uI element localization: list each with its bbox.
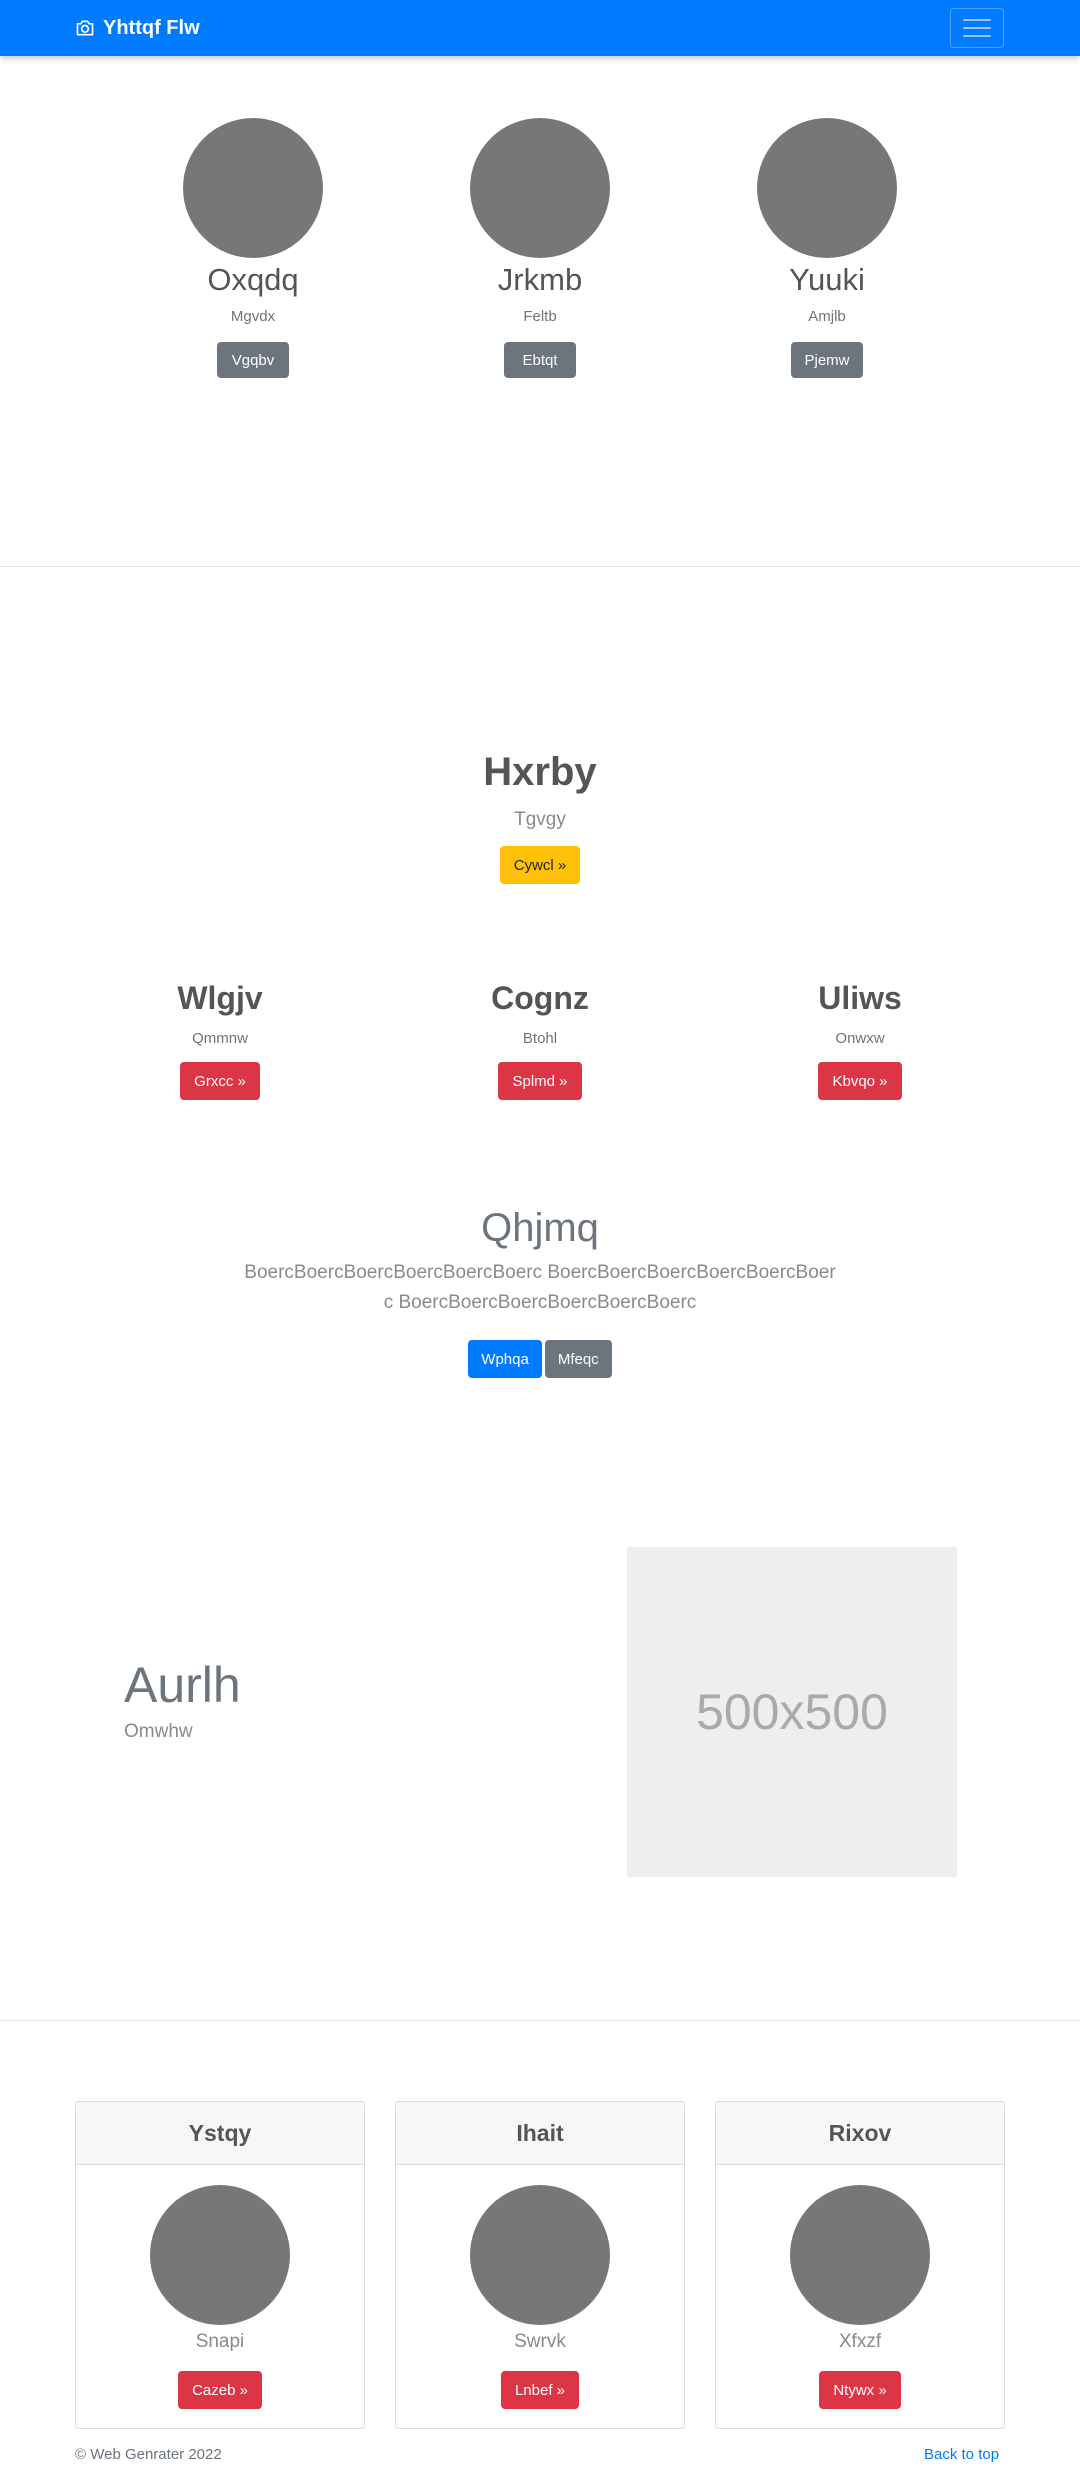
jumbotron-primary-button[interactable]: Wphqa <box>468 1340 542 1378</box>
avatar <box>790 2185 930 2325</box>
column-button[interactable]: Grxcc » <box>180 1062 260 1100</box>
feature-subtitle: Omwhw <box>124 1721 193 1742</box>
card-body: Xfxzf Ntywx » <box>716 2165 1004 2409</box>
card-button[interactable]: Cazeb » <box>178 2371 262 2409</box>
team-member-role: Amjlb <box>808 308 846 325</box>
feature-column: Uliws Onwxw Kbvqo » <box>710 978 1010 1100</box>
avatar <box>757 118 897 258</box>
avatar <box>470 118 610 258</box>
back-to-top-link[interactable]: Back to top <box>924 2446 999 2464</box>
team-member-name: Yuuki <box>789 262 865 297</box>
column-subtitle: Qmmnw <box>192 1030 248 1047</box>
hero-section: Hxrby Tgvgy Cywcl » <box>0 748 1080 884</box>
section-divider <box>0 566 1080 567</box>
card-subtitle: Xfxzf <box>838 2331 882 2352</box>
jumbotron-lead: BoercBoercBoercBoercBoercBoerc BoercBoer… <box>244 1262 836 1313</box>
jumbotron-section: Qhjmq BoercBoercBoercBoercBoercBoerc Boe… <box>0 1204 1080 1378</box>
card-subtitle: Swrvk <box>514 2331 566 2352</box>
team-member-button[interactable]: Pjemw <box>791 342 863 378</box>
column-title: Cognz <box>491 980 589 1016</box>
team-member-button[interactable]: Ebtqt <box>504 342 576 378</box>
section-divider <box>0 2020 1080 2021</box>
team-member: Yuuki Amjlb Pjemw <box>697 118 957 378</box>
team-member-button[interactable]: Vgqbv <box>217 342 289 378</box>
card-body: Swrvk Lnbef » <box>396 2165 684 2409</box>
card-button[interactable]: Ntywx » <box>819 2371 901 2409</box>
feature-column: Cognz Btohl Splmd » <box>390 978 690 1100</box>
team-member-name: Jrkmb <box>497 262 583 297</box>
feature-column: Wlgjv Qmmnw Grxcc » <box>70 978 370 1100</box>
feature-title: Aurlh <box>124 1657 241 1713</box>
card-button[interactable]: Lnbef » <box>500 2371 580 2409</box>
team-member-name: Oxqdq <box>207 262 299 297</box>
card-header: Ystqy <box>76 2102 364 2165</box>
navbar: Yhttqf Flw <box>0 0 1080 56</box>
footer-copyright: © Web Genrater 2022 <box>75 2446 222 2463</box>
column-button[interactable]: Splmd » <box>498 1062 582 1100</box>
hamburger-menu-icon <box>963 19 991 21</box>
avatar <box>150 2185 290 2325</box>
jumbotron-title: Qhjmq <box>481 1206 599 1250</box>
column-title: Uliws <box>818 980 902 1016</box>
jumbotron-secondary-button[interactable]: Mfeqc <box>544 1340 612 1378</box>
avatar <box>183 118 323 258</box>
avatar <box>470 2185 610 2325</box>
card-subtitle: Snapi <box>195 2331 245 2352</box>
column-subtitle: Btohl <box>522 1030 558 1047</box>
team-member-role: Mgvdx <box>230 308 276 325</box>
hero-button[interactable]: Cywcl » <box>499 846 581 884</box>
card: Rixov Xfxzf Ntywx » <box>715 2101 1005 2429</box>
column-subtitle: Onwxw <box>835 1030 885 1047</box>
placeholder-image-label: 500x500 <box>696 1684 888 1740</box>
card-header: Rixov <box>716 2102 1004 2165</box>
placeholder-image: 500x500 <box>627 1547 957 1877</box>
jumbotron-actions: Wphqa Mfeqc <box>0 1340 1080 1378</box>
card-header: Ihait <box>396 2102 684 2165</box>
brand-link[interactable]: Yhttqf Flw <box>75 16 200 40</box>
card-body: Snapi Cazeb » <box>76 2165 364 2409</box>
team-member: Jrkmb Feltb Ebtqt <box>410 118 670 378</box>
team-member-role: Feltb <box>523 308 557 325</box>
team-member: Oxqdq Mgvdx Vgqbv <box>123 118 383 378</box>
camera-icon <box>76 20 94 36</box>
hero-subtitle: Tgvgy <box>514 809 566 830</box>
hero-title: Hxrby <box>483 750 597 794</box>
column-title: Wlgjv <box>177 980 263 1016</box>
navbar-toggler-button[interactable] <box>950 8 1004 48</box>
hamburger-line <box>963 35 991 37</box>
hamburger-line <box>963 27 991 29</box>
card: Ystqy Snapi Cazeb » <box>75 2101 365 2429</box>
card: Ihait Swrvk Lnbef » <box>395 2101 685 2429</box>
column-button[interactable]: Kbvqo » <box>818 1062 902 1100</box>
brand-text: Yhttqf Flw <box>103 16 200 39</box>
